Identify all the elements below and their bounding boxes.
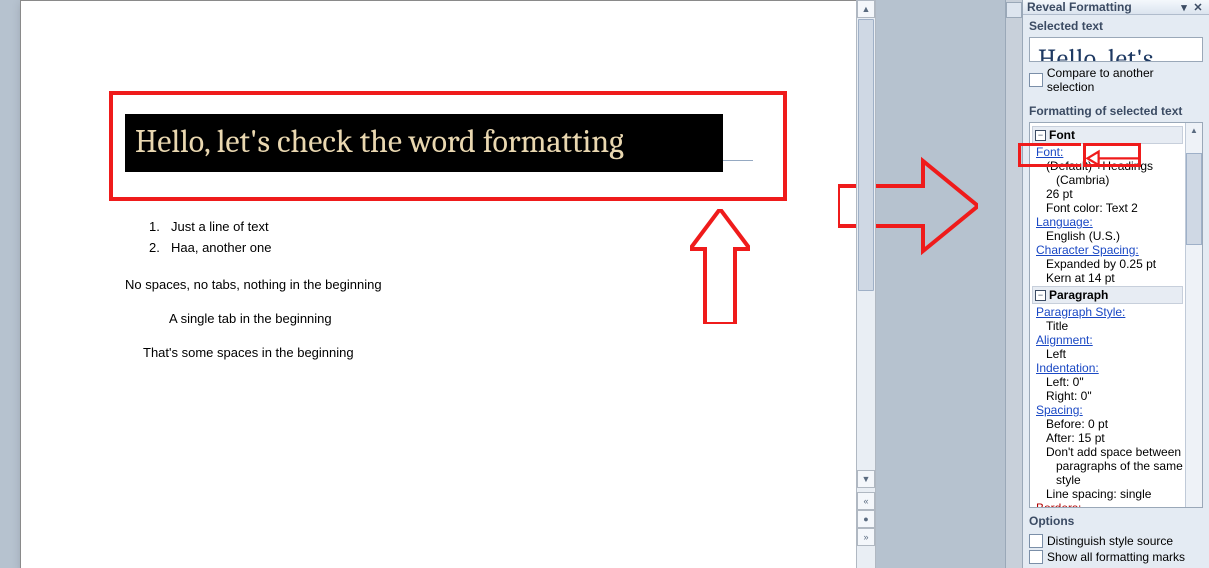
spacing-noadd-1: Don't add space between bbox=[1032, 445, 1183, 459]
line-spacing: Line spacing: single bbox=[1032, 487, 1183, 501]
formatting-scrollbar[interactable]: ▲ bbox=[1185, 123, 1202, 507]
collapse-icon[interactable]: − bbox=[1035, 290, 1046, 301]
font-size: 26 pt bbox=[1032, 187, 1183, 201]
scroll-up-button[interactable]: ▲ bbox=[857, 0, 875, 18]
compare-checkbox-row[interactable]: Compare to another selection bbox=[1023, 64, 1209, 100]
font-family-sub: (Cambria) bbox=[1032, 173, 1183, 187]
indent-right: Right: 0" bbox=[1032, 389, 1183, 403]
character-spacing-link[interactable]: Character Spacing: bbox=[1032, 243, 1183, 257]
font-default: (Default) +Headings bbox=[1032, 159, 1183, 173]
show-marks-row[interactable]: Show all formatting marks bbox=[1029, 550, 1203, 564]
collapse-icon[interactable]: − bbox=[1035, 130, 1046, 141]
distinguish-style-row[interactable]: Distinguish style source bbox=[1029, 534, 1203, 548]
panel-title: Reveal Formatting bbox=[1027, 0, 1177, 14]
charspace-expanded: Expanded by 0.25 pt bbox=[1032, 257, 1183, 271]
spacing-noadd-2: paragraphs of the same bbox=[1032, 459, 1183, 473]
vertical-scrollbar[interactable]: ▲ ▼ « ● » bbox=[856, 0, 876, 568]
title-text: Hello, let's check the word formatting bbox=[125, 114, 723, 169]
scroll-down-button[interactable]: ▼ bbox=[857, 470, 875, 488]
title-selection[interactable]: Hello, let's check the word formatting bbox=[125, 114, 723, 172]
compare-checkbox[interactable] bbox=[1029, 73, 1043, 87]
font-link[interactable]: Font: bbox=[1032, 145, 1183, 159]
font-group-header[interactable]: − Font bbox=[1032, 126, 1183, 144]
numbered-list[interactable]: 1.Just a line of text 2.Haa, another one bbox=[149, 219, 271, 261]
charspace-kern: Kern at 14 pt bbox=[1032, 271, 1183, 285]
borders-link-truncated[interactable]: Borders: bbox=[1032, 501, 1183, 507]
spacing-after: After: 15 pt bbox=[1032, 431, 1183, 445]
panel-header: Reveal Formatting ▾ ✕ bbox=[1023, 0, 1209, 15]
formatting-section-label: Formatting of selected text bbox=[1023, 100, 1209, 120]
options-label: Options bbox=[1023, 510, 1209, 530]
paragraph-leading-spaces[interactable]: That's some spaces in the beginning bbox=[143, 345, 354, 360]
taskpane-tab-strip bbox=[1005, 0, 1022, 568]
show-marks-checkbox[interactable] bbox=[1029, 550, 1043, 564]
spacing-link[interactable]: Spacing: bbox=[1032, 403, 1183, 417]
language-link[interactable]: Language: bbox=[1032, 215, 1183, 229]
indentation-link[interactable]: Indentation: bbox=[1032, 361, 1183, 375]
close-icon[interactable]: ✕ bbox=[1191, 0, 1205, 14]
spacing-noadd-3: style bbox=[1032, 473, 1183, 487]
next-page-button[interactable]: » bbox=[857, 528, 875, 546]
panel-menu-dropdown[interactable]: ▾ bbox=[1177, 0, 1191, 14]
paragraph-style-link[interactable]: Paragraph Style: bbox=[1032, 305, 1183, 319]
prev-page-button[interactable]: « bbox=[857, 492, 875, 510]
distinguish-checkbox[interactable] bbox=[1029, 534, 1043, 548]
paragraph-style-value: Title bbox=[1032, 319, 1183, 333]
alignment-link[interactable]: Alignment: bbox=[1032, 333, 1183, 347]
scroll-thumb[interactable] bbox=[858, 19, 874, 291]
paragraph-single-tab[interactable]: A single tab in the beginning bbox=[169, 311, 332, 326]
alignment-value: Left bbox=[1032, 347, 1183, 361]
list-item[interactable]: 2.Haa, another one bbox=[149, 240, 271, 255]
formatting-content[interactable]: − Font Font: (Default) +Headings (Cambri… bbox=[1030, 123, 1185, 507]
scroll-up-icon[interactable]: ▲ bbox=[1186, 123, 1202, 137]
browse-object-button[interactable]: ● bbox=[857, 510, 875, 528]
indent-left: Left: 0" bbox=[1032, 375, 1183, 389]
paragraph-no-spaces[interactable]: No spaces, no tabs, nothing in the begin… bbox=[125, 277, 382, 292]
formatting-scroll-thumb[interactable] bbox=[1186, 153, 1202, 245]
options-section: Distinguish style source Show all format… bbox=[1023, 530, 1209, 568]
title-underline-rule bbox=[723, 160, 753, 161]
list-item[interactable]: 1.Just a line of text bbox=[149, 219, 271, 234]
formatting-details-box: − Font Font: (Default) +Headings (Cambri… bbox=[1029, 122, 1203, 508]
language-value: English (U.S.) bbox=[1032, 229, 1183, 243]
annotation-up-arrow-icon bbox=[690, 209, 750, 324]
compare-label: Compare to another selection bbox=[1047, 66, 1203, 94]
selected-text-label: Selected text bbox=[1023, 15, 1209, 35]
document-area: Hello, let's check the word formatting 1… bbox=[0, 0, 1005, 568]
selected-text-preview[interactable]: Hello, let's bbox=[1029, 37, 1203, 62]
spacing-before: Before: 0 pt bbox=[1032, 417, 1183, 431]
taskpane-tab-icon[interactable] bbox=[1006, 2, 1022, 18]
font-color: Font color: Text 2 bbox=[1032, 201, 1183, 215]
paragraph-group-header[interactable]: − Paragraph bbox=[1032, 286, 1183, 304]
reveal-formatting-panel: Reveal Formatting ▾ ✕ Selected text Hell… bbox=[1022, 0, 1209, 568]
scroll-track[interactable] bbox=[857, 18, 875, 470]
